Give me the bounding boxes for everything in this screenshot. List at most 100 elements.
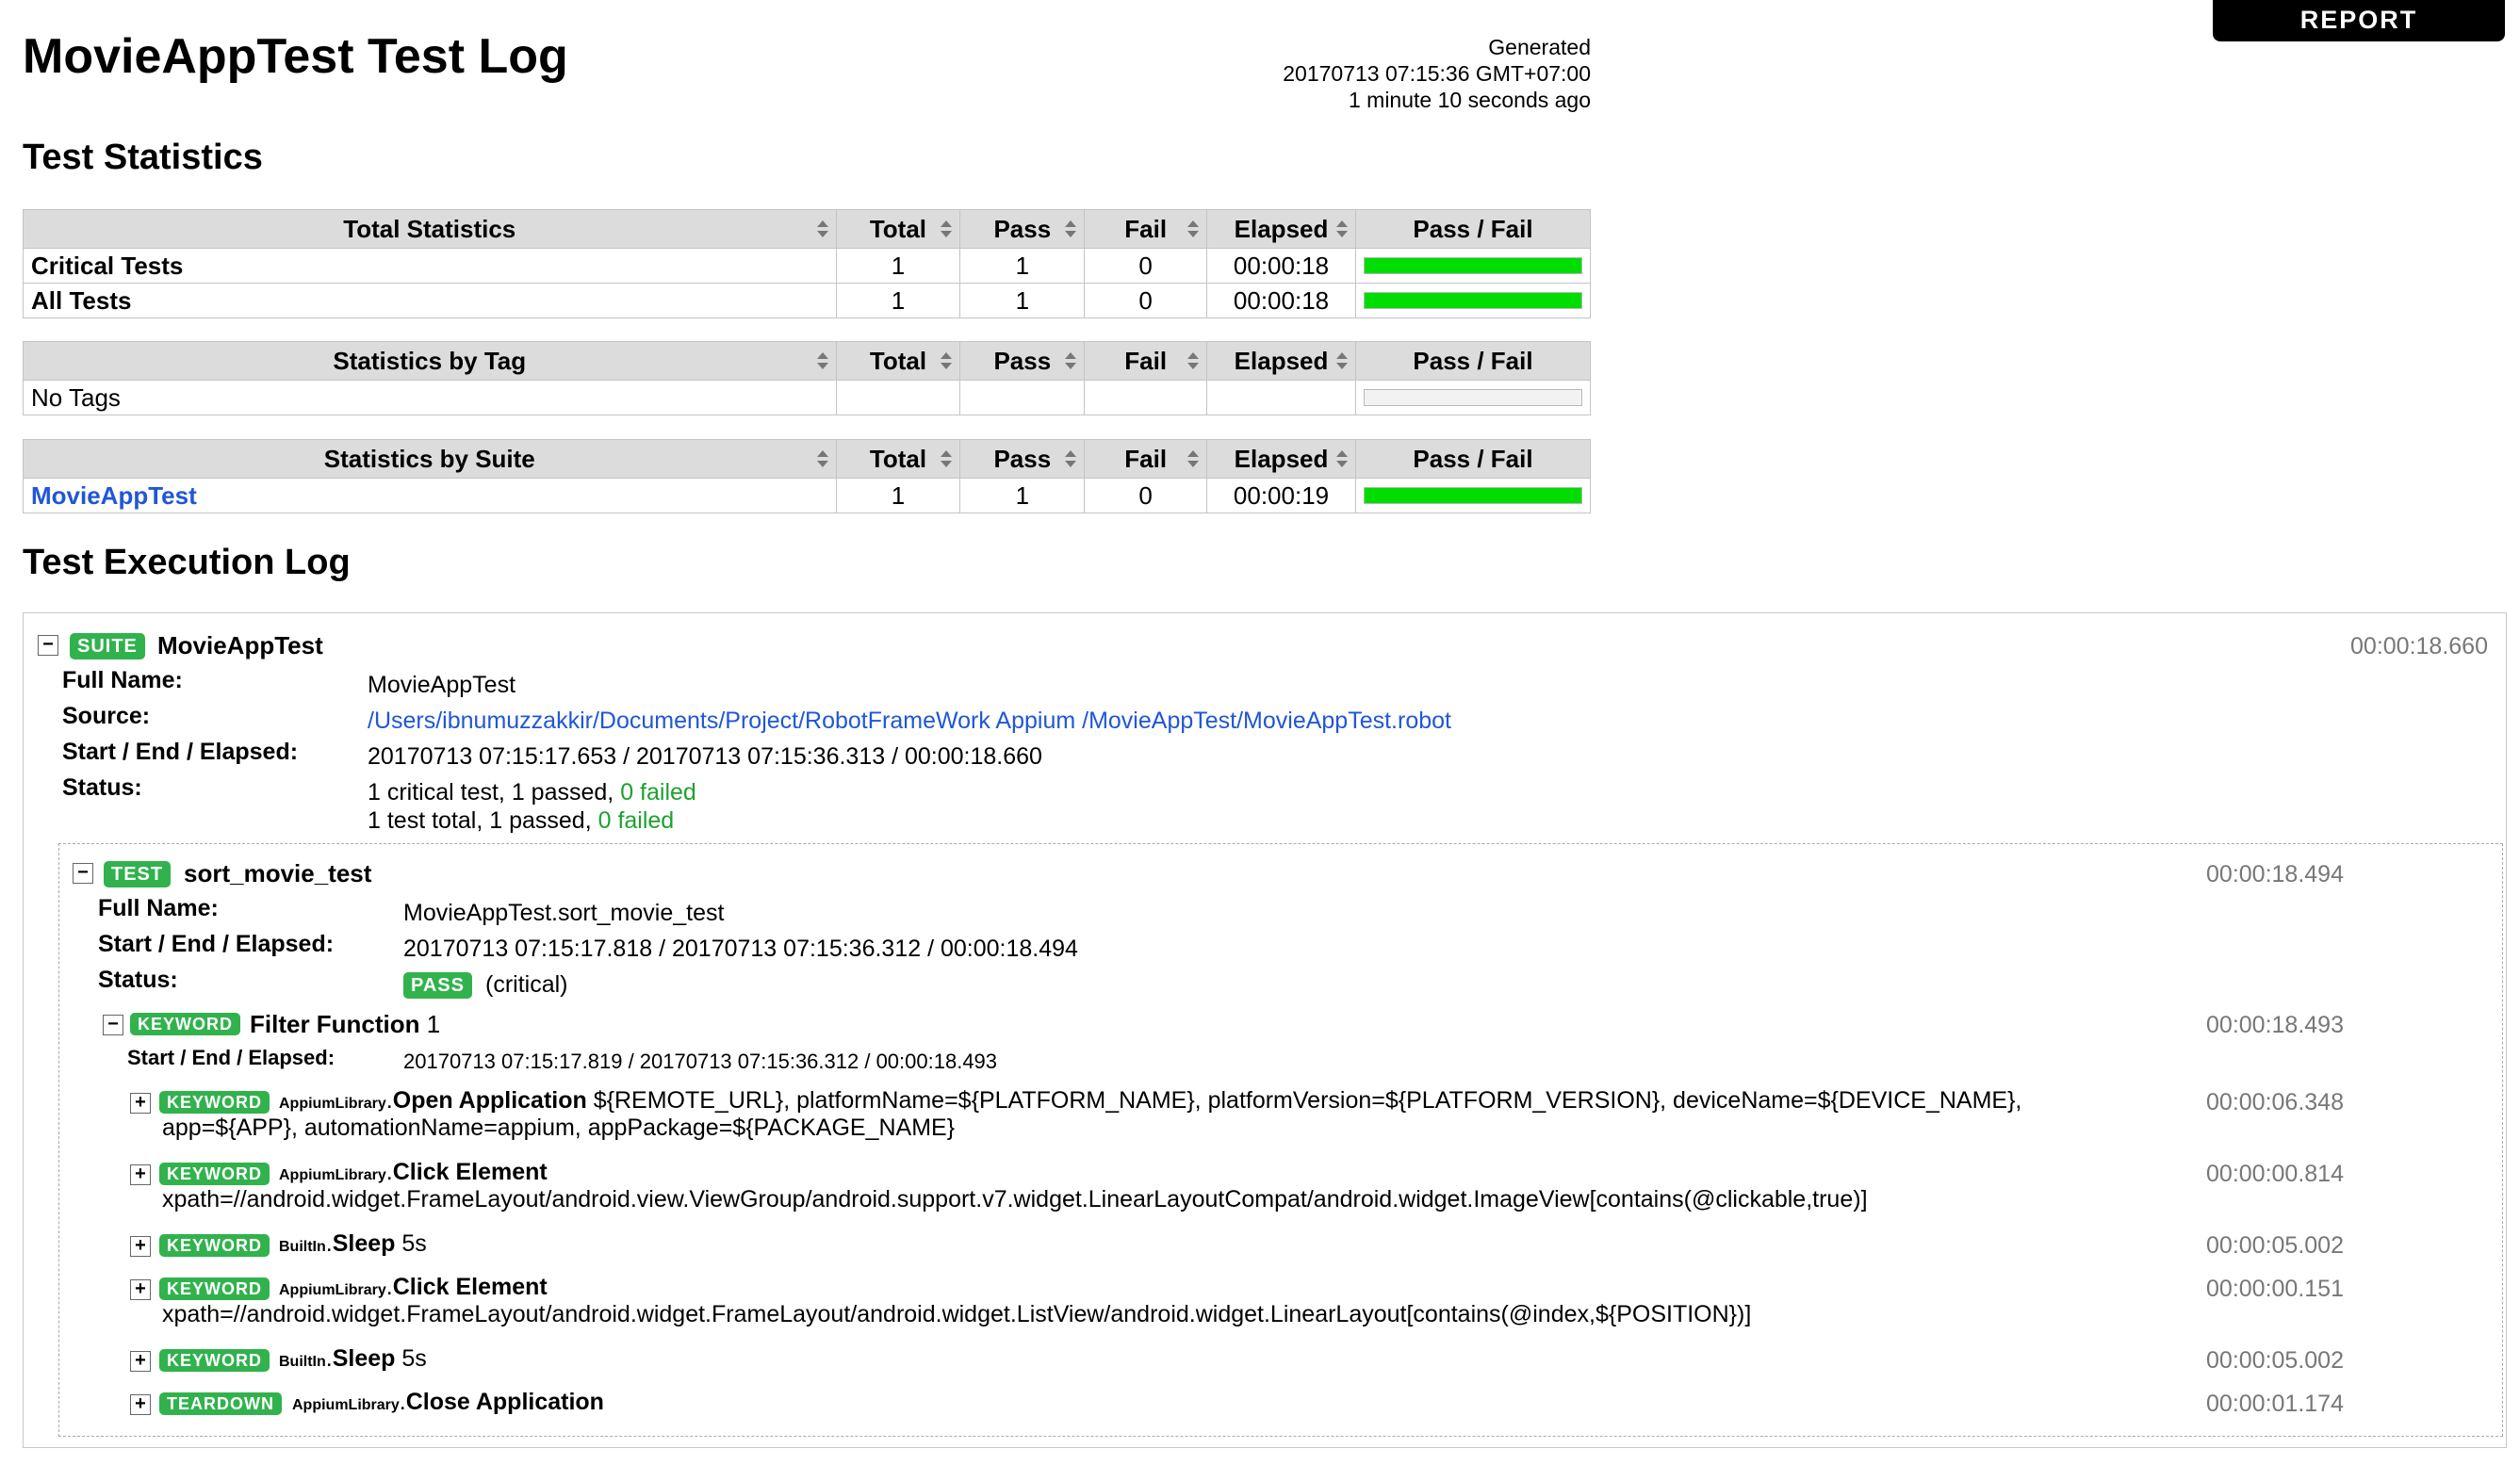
column-header-elapsed[interactable]: Elapsed [1206, 439, 1356, 479]
plus-icon[interactable]: + [130, 1394, 151, 1415]
test-status-label: Status: [98, 967, 178, 993]
report-link[interactable]: REPORT [2213, 0, 2505, 41]
suite-elapsed: 00:00:18.660 [2350, 633, 2488, 659]
stat-graph [1354, 283, 1592, 318]
table-row: No Tags [23, 380, 1592, 415]
pass-fail-bar [1363, 257, 1582, 274]
suite-name[interactable]: MovieAppTest [157, 631, 323, 660]
teardown-elapsed: 00:00:01.174 [2206, 1391, 2344, 1417]
teardown-label: TEARDOWN [159, 1392, 282, 1415]
column-header-pass[interactable]: Pass [959, 439, 1086, 479]
column-header-name[interactable]: Total Statistics [23, 209, 837, 249]
test-full-name-label: Full Name: [98, 895, 219, 921]
suite-full-name: MovieAppTest [368, 672, 516, 698]
suite-status-critical: 1 critical test, 1 passed, 0 failed [368, 779, 696, 806]
pass-bar-fill [1364, 258, 1581, 273]
sort-icon[interactable] [1065, 352, 1077, 369]
sub-keyword-3[interactable]: BuiltIn.Sleep 5s [279, 1230, 427, 1261]
suite-full-name-label: Full Name: [62, 667, 183, 693]
suite-source-label: Source: [62, 703, 151, 729]
sort-icon[interactable] [1187, 220, 1200, 237]
column-header-elapsed[interactable]: Elapsed [1206, 209, 1356, 249]
sub-keyword-1-args: app=${APP}, automationName=appium, appPa… [162, 1115, 956, 1141]
sub-keyword-5[interactable]: BuiltIn.Sleep 5s [279, 1345, 427, 1375]
stat-pass: 1 [959, 283, 1086, 318]
sort-icon[interactable] [816, 220, 828, 237]
table-row[interactable]: MovieAppTest 1 1 0 00:00:19 [23, 478, 1592, 513]
table-row[interactable]: All Tests 1 1 0 00:00:18 [23, 283, 1592, 318]
column-header-pass-fail: Pass / Fail [1354, 439, 1592, 479]
stat-fail: 0 [1084, 248, 1208, 284]
total-statistics-table: Total Statistics Total Pass Fail Elapsed… [23, 209, 1592, 318]
sub-keyword-1[interactable]: AppiumLibrary.Open Application ${REMOTE_… [279, 1087, 2021, 1117]
column-header-total[interactable]: Total [835, 341, 961, 381]
table-row[interactable]: Critical Tests 1 1 0 00:00:18 [23, 248, 1592, 284]
minus-icon[interactable]: − [73, 863, 93, 884]
column-header-pass[interactable]: Pass [959, 209, 1086, 249]
test-status-note: (critical) [485, 971, 568, 998]
column-header-fail[interactable]: Fail [1084, 439, 1208, 479]
sort-icon[interactable] [816, 450, 828, 467]
statistics-heading: Test Statistics [23, 138, 263, 177]
keyword-start-end: 20170713 07:15:17.819 / 20170713 07:15:3… [403, 1050, 998, 1073]
column-header-fail[interactable]: Fail [1084, 341, 1208, 381]
failed-count: 0 failed [597, 807, 675, 834]
sort-icon[interactable] [1065, 450, 1077, 467]
keyword-name[interactable]: Filter Function 1 [250, 1010, 440, 1039]
sort-icon[interactable] [1065, 220, 1077, 237]
sort-icon[interactable] [1187, 450, 1200, 467]
suite-stat-link[interactable]: MovieAppTest [31, 481, 197, 510]
test-start-end-label: Start / End / Elapsed: [98, 931, 335, 957]
keyword-label: KEYWORD [159, 1234, 270, 1257]
suite-start-end-label: Start / End / Elapsed: [62, 739, 299, 765]
sub-keyword-2[interactable]: AppiumLibrary.Click Element [279, 1159, 548, 1189]
table-header-row: Statistics by Suite Total Pass Fail Elap… [23, 439, 1592, 479]
minus-icon[interactable]: − [38, 635, 58, 656]
generated-ago: 1 minute 10 seconds ago [1348, 88, 1591, 112]
suite-source-link[interactable]: /Users/ibnumuzzakkir/Documents/Project/R… [368, 707, 1451, 735]
stat-pass: 1 [959, 478, 1086, 513]
minus-icon[interactable]: − [103, 1015, 123, 1035]
column-header-name[interactable]: Statistics by Suite [23, 439, 837, 479]
stat-fail [1084, 380, 1208, 415]
keyword-start-end-label: Start / End / Elapsed: [127, 1046, 335, 1069]
pass-bar-fill [1364, 488, 1581, 503]
sort-icon[interactable] [1335, 220, 1348, 237]
test-elapsed: 00:00:18.494 [2206, 861, 2344, 887]
sort-icon[interactable] [816, 352, 828, 369]
sort-icon[interactable] [941, 450, 953, 467]
column-header-total[interactable]: Total [835, 209, 961, 249]
keyword-args: 1 [426, 1010, 441, 1038]
sub-keyword-4-elapsed: 00:00:00.151 [2206, 1276, 2344, 1302]
column-header-elapsed[interactable]: Elapsed [1206, 341, 1356, 381]
failed-count: 0 failed [620, 779, 696, 806]
stat-graph [1354, 478, 1592, 513]
stat-elapsed: 00:00:18 [1206, 248, 1356, 284]
sub-keyword-4[interactable]: AppiumLibrary.Click Element [279, 1274, 548, 1304]
page-title: MovieAppTest Test Log [23, 29, 568, 84]
plus-icon[interactable]: + [130, 1236, 151, 1257]
sort-icon[interactable] [1335, 450, 1348, 467]
column-header-total[interactable]: Total [835, 439, 961, 479]
column-header-name[interactable]: Statistics by Tag [23, 341, 837, 381]
sort-icon[interactable] [941, 352, 953, 369]
column-header-pass-fail: Pass / Fail [1354, 341, 1592, 381]
keyword-elapsed: 00:00:18.493 [2206, 1012, 2344, 1038]
plus-icon[interactable]: + [130, 1279, 151, 1300]
stat-total [835, 380, 961, 415]
stat-pass: 1 [959, 248, 1086, 284]
sort-icon[interactable] [1335, 352, 1348, 369]
test-name[interactable]: sort_movie_test [184, 859, 371, 888]
plus-icon[interactable]: + [130, 1164, 151, 1185]
column-header-pass-fail: Pass / Fail [1354, 209, 1592, 249]
teardown-keyword[interactable]: AppiumLibrary.Close Application [292, 1389, 604, 1419]
pass-fail-bar [1363, 292, 1582, 309]
column-header-pass[interactable]: Pass [959, 341, 1086, 381]
column-header-fail[interactable]: Fail [1084, 209, 1208, 249]
sub-keyword-1-elapsed: 00:00:06.348 [2206, 1089, 2344, 1115]
plus-icon[interactable]: + [130, 1093, 151, 1114]
keyword-label: KEYWORD [130, 1013, 240, 1035]
sort-icon[interactable] [1187, 352, 1200, 369]
sort-icon[interactable] [941, 220, 953, 237]
plus-icon[interactable]: + [130, 1351, 151, 1372]
